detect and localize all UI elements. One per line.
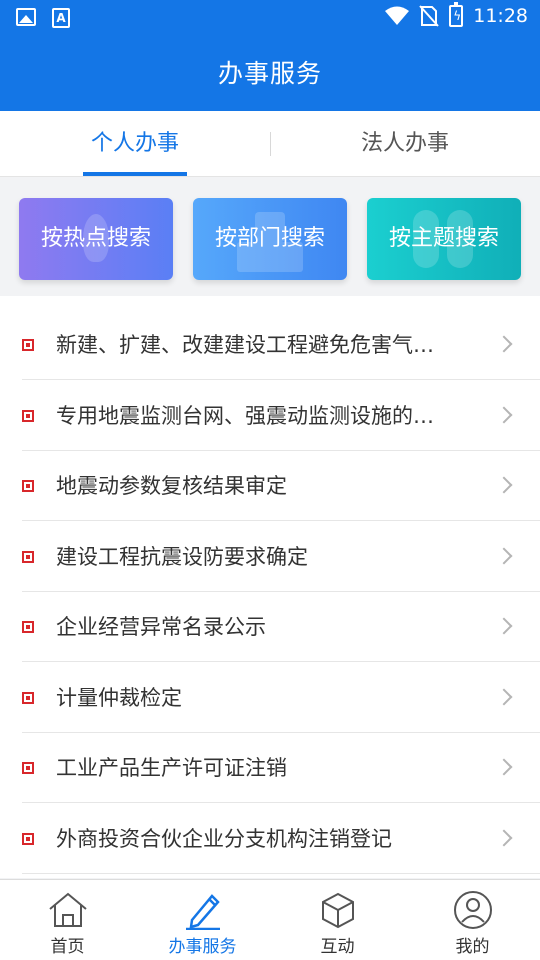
battery-icon: ϟ	[449, 2, 464, 27]
home-icon	[49, 892, 87, 927]
bullet-icon	[22, 692, 34, 704]
chevron-right-icon	[495, 688, 513, 706]
list-item-label: 地震动参数复核结果审定	[56, 474, 287, 498]
search-by-hotspot-label: 按热点搜索	[40, 226, 151, 251]
nav-services[interactable]: 办事服务	[135, 880, 270, 960]
chevron-right-icon	[495, 335, 513, 353]
user-icon	[454, 891, 492, 929]
list-item-label: 外商投资合伙企业分支机构注销登记	[56, 827, 392, 851]
pencil-icon	[186, 894, 220, 930]
list-item[interactable]: 专用地震监测台网、强震动监测设施的…	[22, 381, 540, 451]
search-by-topic-label: 按主题搜索	[388, 226, 499, 251]
status-bar: A ϟ 11:28	[0, 0, 540, 36]
list-item[interactable]: 建设工程抗震设防要求确定	[22, 522, 540, 592]
search-by-department-label: 按部门搜索	[214, 226, 325, 251]
chevron-right-icon	[495, 758, 513, 776]
list-item-label: 企业经营异常名录公示	[56, 615, 266, 639]
bullet-icon	[22, 480, 34, 492]
bullet-icon	[22, 339, 34, 351]
nav-home[interactable]: 首页	[0, 880, 135, 960]
list-item[interactable]: 工业产品生产许可证注销	[22, 733, 540, 803]
chevron-right-icon	[495, 547, 513, 565]
list-item-label: 计量仲裁检定	[56, 686, 182, 710]
list-item[interactable]: 计量仲裁检定	[22, 663, 540, 733]
list-item-label: 建设工程抗震设防要求确定	[56, 545, 308, 569]
nav-interact[interactable]: 互动	[270, 880, 405, 960]
list-item[interactable]: 外商投资合伙企业分支机构注销登记	[22, 804, 540, 874]
list-item[interactable]: 地震动参数复核结果审定	[22, 451, 540, 521]
search-by-department-button[interactable]: 按部门搜索	[193, 198, 347, 280]
nav-mine-label: 我的	[455, 937, 490, 957]
app-notification-icon: A	[52, 8, 70, 28]
clock: 11:28	[473, 5, 528, 27]
list-item-label: 工业产品生产许可证注销	[56, 756, 287, 780]
nav-services-label: 办事服务	[168, 937, 237, 957]
active-tab-indicator	[83, 172, 187, 176]
wifi-icon	[385, 6, 410, 25]
bullet-icon	[22, 621, 34, 633]
list-item[interactable]: 新建、扩建、改建建设工程避免危害气…	[22, 310, 540, 380]
bottom-nav: 首页 办事服务 互动 我的	[0, 879, 540, 960]
tab-personal[interactable]: 个人办事	[0, 111, 270, 177]
search-by-topic-button[interactable]: 按主题搜索	[367, 198, 521, 280]
chevron-right-icon	[495, 617, 513, 635]
bullet-icon	[22, 410, 34, 422]
nav-home-label: 首页	[50, 937, 85, 957]
tab-corporate[interactable]: 法人办事	[270, 111, 540, 177]
list-item[interactable]: 企业经营异常名录公示	[22, 592, 540, 662]
bullet-icon	[22, 762, 34, 774]
list-item-label: 专用地震监测台网、强震动监测设施的…	[56, 404, 434, 428]
tab-bar: 个人办事 法人办事	[0, 111, 540, 177]
page-title: 办事服务	[217, 59, 322, 88]
app-header: 办事服务	[0, 36, 540, 111]
chevron-right-icon	[495, 829, 513, 847]
search-by-hotspot-button[interactable]: 按热点搜索	[19, 198, 173, 280]
bullet-icon	[22, 833, 34, 845]
bullet-icon	[22, 551, 34, 563]
chevron-right-icon	[495, 476, 513, 494]
nav-interact-label: 互动	[320, 937, 355, 957]
chevron-right-icon	[495, 406, 513, 424]
no-sim-icon	[419, 5, 439, 27]
service-list: 新建、扩建、改建建设工程避免危害气… 专用地震监测台网、强震动监测设施的… 地震…	[0, 296, 540, 878]
nav-mine[interactable]: 我的	[405, 880, 540, 960]
list-item-label: 新建、扩建、改建建设工程避免危害气…	[56, 333, 434, 357]
cube-icon	[322, 892, 354, 929]
gallery-notification-icon	[16, 8, 36, 26]
